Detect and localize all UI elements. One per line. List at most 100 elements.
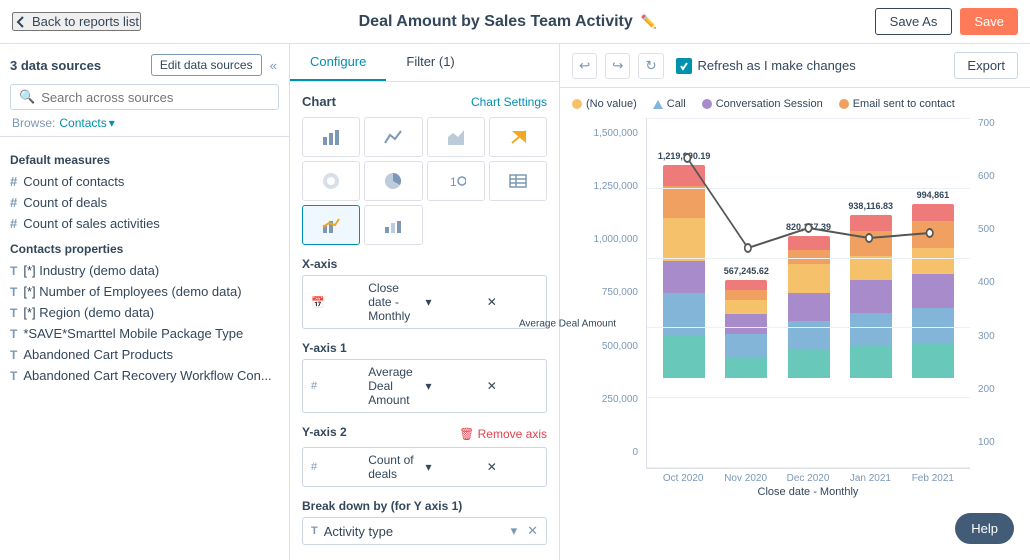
bar-oct2020: 1,219,990.19 bbox=[657, 118, 711, 378]
search-box: 🔍 bbox=[10, 84, 279, 110]
bars-area: 1,219,990.19 bbox=[647, 118, 970, 378]
breakdown-select[interactable]: T Activity type ▾ ✕ bbox=[302, 517, 547, 545]
tabs: Configure Filter (1) bbox=[290, 44, 559, 82]
chart-type-table[interactable] bbox=[489, 161, 547, 201]
clear-breakdown-icon[interactable]: ✕ bbox=[527, 523, 538, 539]
search-icon: 🔍 bbox=[19, 89, 35, 105]
prop-cart-products[interactable]: T Abandoned Cart Products bbox=[10, 344, 279, 365]
prop-smarttel[interactable]: T *SAVE*Smarttel Mobile Package Type bbox=[10, 323, 279, 344]
edit-title-icon[interactable]: ✏️ bbox=[641, 14, 657, 30]
xaxis-select[interactable]: 📅 Close date - Monthly ▾ ✕ bbox=[302, 275, 547, 329]
chart-type-line[interactable] bbox=[364, 117, 422, 157]
prop-employees[interactable]: T [*] Number of Employees (demo data) bbox=[10, 281, 279, 302]
chart-section-title: Chart bbox=[302, 94, 336, 109]
search-input[interactable] bbox=[41, 90, 270, 105]
x-axis-title: Close date - Monthly bbox=[646, 486, 970, 498]
chevron-down-icon: ▾ bbox=[426, 460, 477, 474]
main-layout: 3 data sources Edit data sources « 🔍 Bro… bbox=[0, 44, 1030, 560]
legend-dot bbox=[572, 99, 582, 109]
bar-dec2020: 820,167.39 bbox=[781, 118, 835, 378]
edit-sources-button[interactable]: Edit data sources bbox=[151, 54, 262, 76]
sidebar: 3 data sources Edit data sources « 🔍 Bro… bbox=[0, 44, 290, 560]
refresh-button[interactable]: ↻ bbox=[638, 53, 663, 79]
prop-industry[interactable]: T [*] Industry (demo data) bbox=[10, 260, 279, 281]
export-button[interactable]: Export bbox=[954, 52, 1018, 79]
type-icon: T bbox=[311, 525, 318, 537]
remove-axis-button[interactable]: 🗑 Remove axis bbox=[459, 427, 547, 441]
measure-count-deals[interactable]: # Count of deals bbox=[10, 192, 279, 213]
bar-feb2021: 994,861 bbox=[906, 118, 960, 378]
back-button[interactable]: Back to reports list bbox=[12, 12, 141, 31]
xaxis-section: X-axis 📅 Close date - Monthly ▾ ✕ bbox=[302, 257, 547, 329]
chart-type-donut[interactable] bbox=[302, 161, 360, 201]
bar-label-feb: 994,861 bbox=[917, 190, 950, 200]
collapse-sidebar-button[interactable]: « bbox=[268, 56, 279, 75]
stacked-bar-jan bbox=[850, 215, 892, 378]
sources-title: 3 data sources bbox=[10, 58, 101, 73]
chart-container: (No value) Call Conversation Session Ema… bbox=[560, 88, 1030, 560]
back-label: Back to reports list bbox=[32, 14, 139, 29]
chart-area: ↩ ↪ ↻ Refresh as I make changes Export (… bbox=[560, 44, 1030, 560]
breakdown-label: Break down by (for Y axis 1) bbox=[302, 499, 547, 513]
hash-icon: # bbox=[311, 380, 362, 392]
tab-filter[interactable]: Filter (1) bbox=[386, 44, 474, 81]
svg-text:1: 1 bbox=[450, 175, 457, 189]
x-label-nov: Nov 2020 bbox=[718, 473, 772, 484]
save-button[interactable]: Save bbox=[960, 8, 1018, 35]
sidebar-top: 3 data sources Edit data sources « 🔍 Bro… bbox=[0, 44, 289, 137]
undo-button[interactable]: ↩ bbox=[572, 53, 597, 79]
bar-label-nov: 567,245.62 bbox=[724, 266, 769, 276]
bar-label-oct: 1,219,990.19 bbox=[658, 151, 711, 161]
sources-header: 3 data sources Edit data sources « bbox=[10, 54, 279, 76]
legend-call: Call bbox=[653, 98, 686, 110]
legend-conversation: Conversation Session bbox=[702, 98, 823, 110]
chart-type-waterfall[interactable] bbox=[364, 205, 422, 245]
refresh-checkbox[interactable] bbox=[676, 58, 692, 74]
redo-button[interactable]: ↪ bbox=[605, 53, 630, 79]
chart-toolbar: ↩ ↪ ↻ Refresh as I make changes Export bbox=[560, 44, 1030, 88]
stacked-bar-feb bbox=[912, 204, 954, 378]
chart-section-header: Chart Chart Settings bbox=[302, 94, 547, 109]
prop-cart-recovery[interactable]: T Abandoned Cart Recovery Workflow Con..… bbox=[10, 365, 279, 386]
measures-list: # Count of contacts # Count of deals # C… bbox=[10, 171, 279, 234]
yaxis1-select[interactable]: # Average Deal Amount ▾ ✕ bbox=[302, 359, 547, 413]
chart-type-scatter[interactable] bbox=[489, 117, 547, 157]
chart-type-area[interactable] bbox=[427, 117, 485, 157]
chart-inner: 1,219,990.19 bbox=[646, 118, 970, 469]
report-title: Deal Amount by Sales Team Activity bbox=[359, 13, 633, 31]
prop-region[interactable]: T [*] Region (demo data) bbox=[10, 302, 279, 323]
browse-contacts-button[interactable]: Contacts ▾ bbox=[59, 116, 114, 130]
help-button[interactable]: Help bbox=[955, 513, 1014, 544]
chart-type-pie[interactable] bbox=[364, 161, 422, 201]
chart-type-bar[interactable] bbox=[302, 117, 360, 157]
save-as-button[interactable]: Save As bbox=[875, 8, 953, 35]
measure-count-sales[interactable]: # Count of sales activities bbox=[10, 213, 279, 234]
chart-settings-link[interactable]: Chart Settings bbox=[471, 95, 547, 109]
clear-xaxis-icon[interactable]: ✕ bbox=[487, 295, 538, 309]
legend-email: Email sent to contact bbox=[839, 98, 955, 110]
clear-yaxis2-icon[interactable]: ✕ bbox=[487, 460, 538, 474]
refresh-check: Refresh as I make changes bbox=[676, 58, 856, 74]
chart-type-combo[interactable] bbox=[302, 205, 360, 245]
y-left-title: Average Deal Amount bbox=[519, 319, 616, 330]
legend-dot bbox=[702, 99, 712, 109]
chart-type-number[interactable]: 1 bbox=[427, 161, 485, 201]
refresh-label: Refresh as I make changes bbox=[698, 58, 856, 73]
header-actions: Save As Save bbox=[875, 8, 1018, 35]
calendar-icon: 📅 bbox=[311, 296, 362, 309]
chart-legend: (No value) Call Conversation Session Ema… bbox=[572, 98, 1018, 110]
yaxis1-section: Y-axis 1 # Average Deal Amount ▾ ✕ bbox=[302, 341, 547, 413]
x-label-oct: Oct 2020 bbox=[656, 473, 710, 484]
stacked-bar-dec bbox=[788, 236, 830, 378]
yaxis2-select[interactable]: # Count of deals ▾ ✕ bbox=[302, 447, 547, 487]
chevron-down-icon: ▾ bbox=[109, 116, 115, 130]
stacked-bar-oct bbox=[663, 165, 705, 378]
y-axis-left: Average Deal Amount 1,500,000 1,250,000 … bbox=[572, 118, 642, 498]
legend-dot bbox=[839, 99, 849, 109]
properties-list: T [*] Industry (demo data) T [*] Number … bbox=[10, 260, 279, 386]
measure-count-contacts[interactable]: # Count of contacts bbox=[10, 171, 279, 192]
tab-configure[interactable]: Configure bbox=[290, 44, 386, 81]
bar-nov2020: 567,245.62 bbox=[719, 118, 773, 378]
xaxis-label: X-axis bbox=[302, 257, 547, 271]
clear-yaxis1-icon[interactable]: ✕ bbox=[487, 379, 538, 393]
